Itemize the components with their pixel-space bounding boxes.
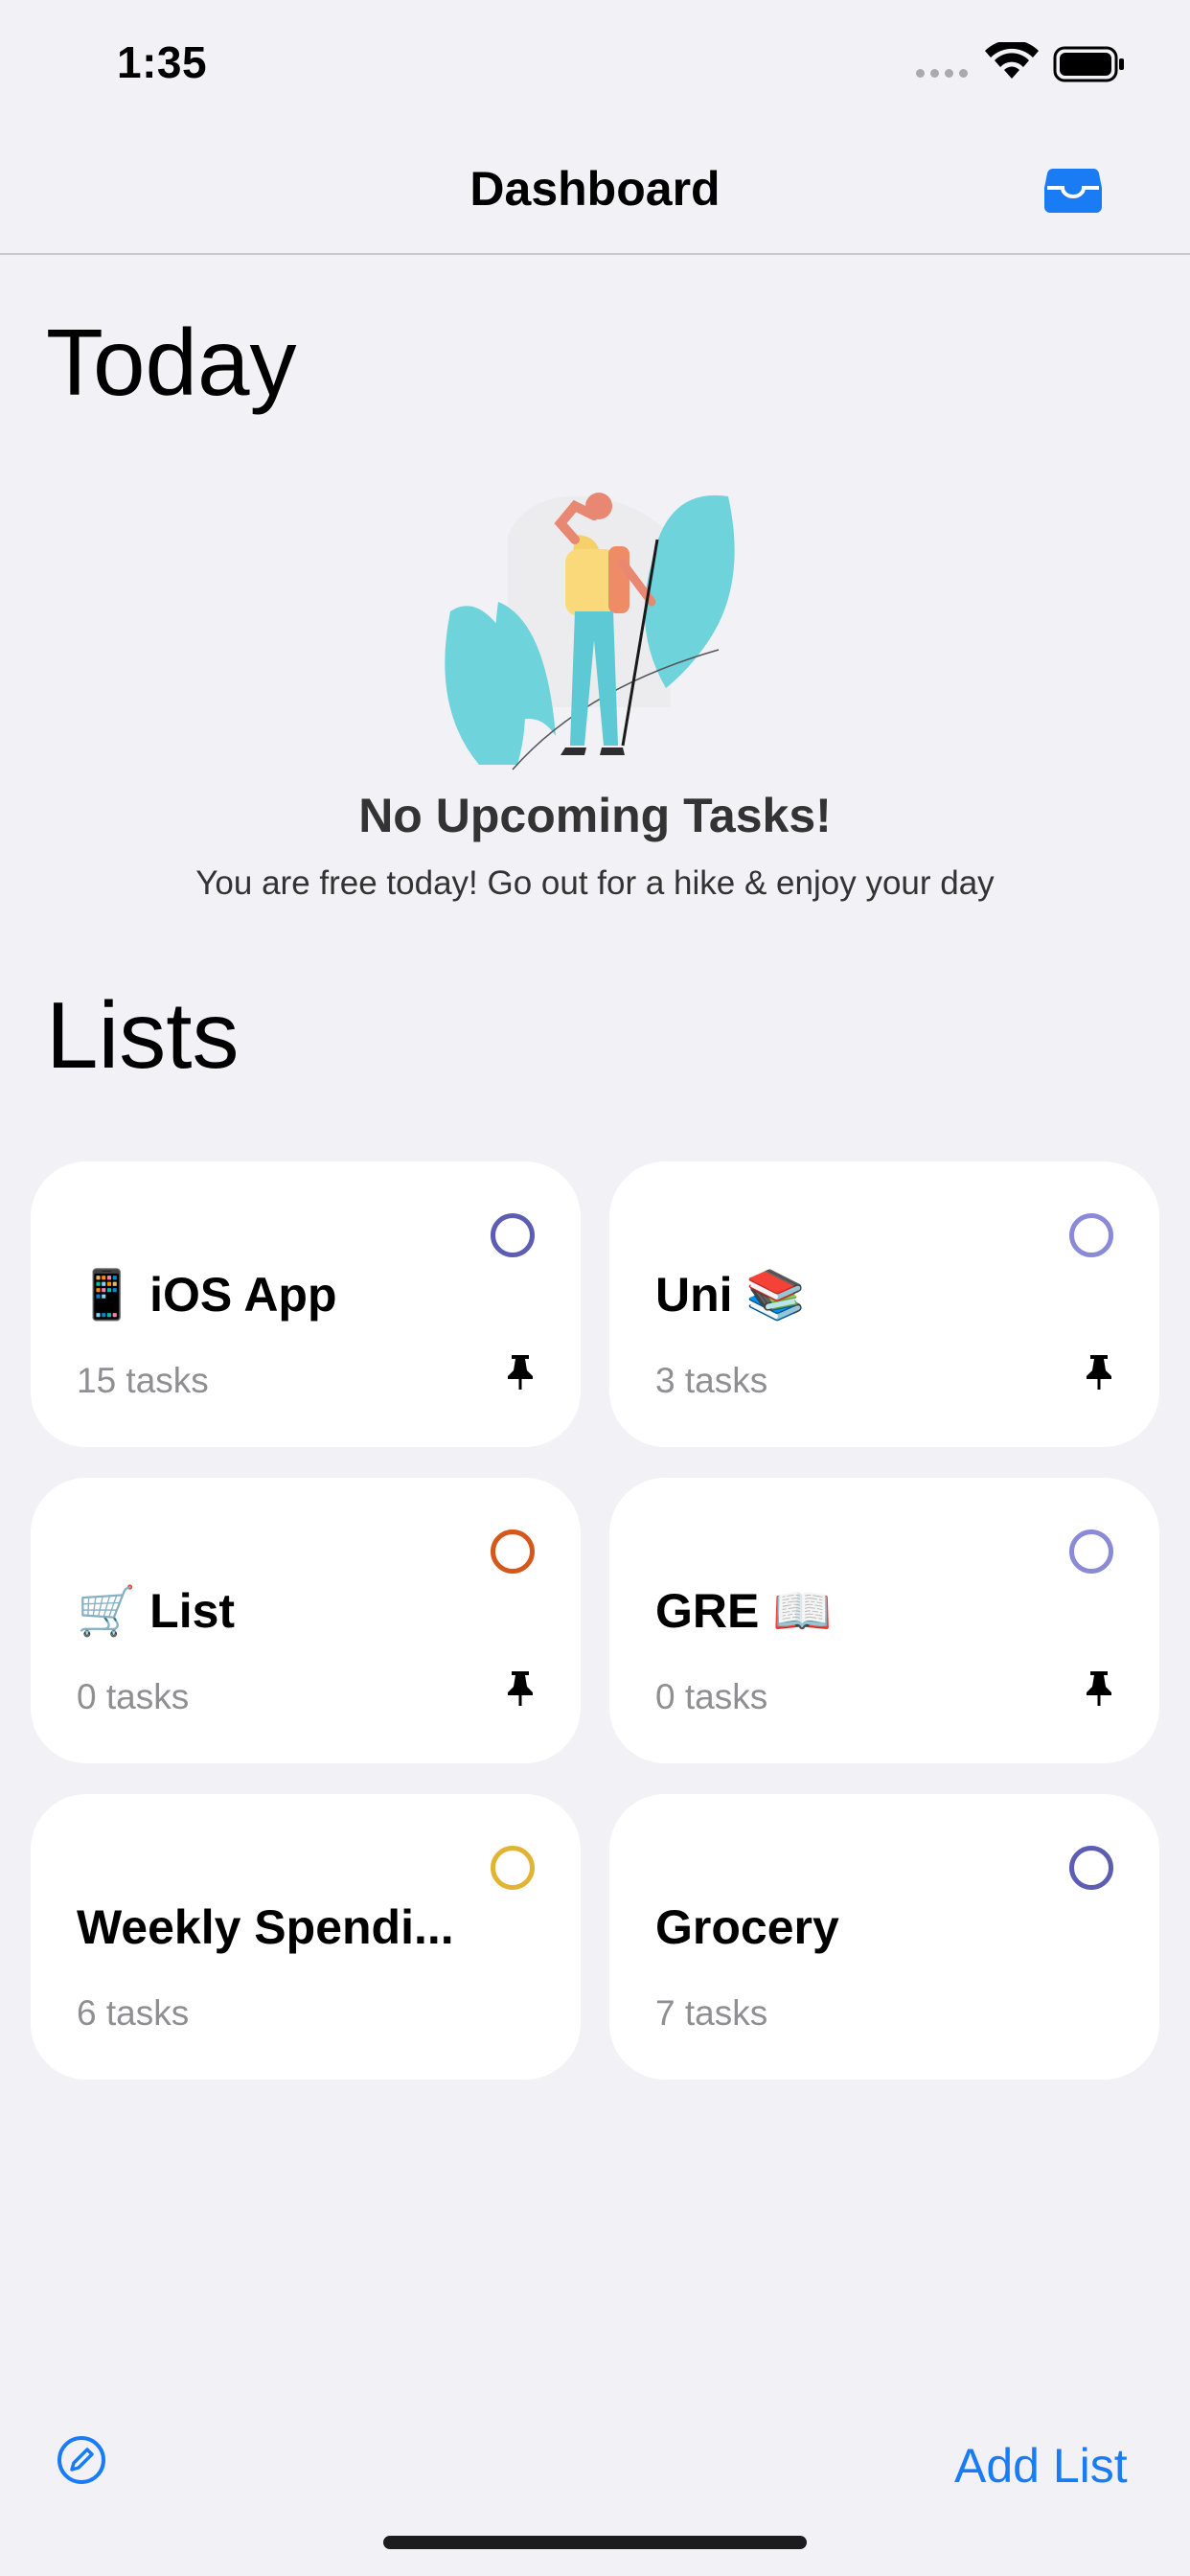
list-card-name: Uni 📚 [655, 1268, 806, 1322]
list-color-ring-icon [491, 1846, 535, 1890]
list-card-grocery[interactable]: Grocery 7 tasks [609, 1794, 1159, 2080]
empty-state-title: No Upcoming Tasks! [358, 789, 832, 842]
pin-icon [508, 1355, 533, 1390]
compose-icon [57, 2436, 105, 2484]
list-card-count: 15 tasks [77, 1361, 209, 1400]
list-color-ring-icon [491, 1530, 535, 1574]
nav-title: Dashboard [469, 162, 721, 216]
list-card-ios-app[interactable]: 📱 iOS App 15 tasks [31, 1162, 581, 1447]
list-card-gre[interactable]: GRE 📖 0 tasks [609, 1478, 1159, 1763]
compose-button[interactable] [56, 2434, 107, 2491]
empty-state-subtitle: You are free today! Go out for a hike & … [195, 864, 995, 902]
status-time: 1:35 [117, 37, 208, 87]
add-list-button[interactable]: Add List [954, 2438, 1128, 2494]
pin-icon [1087, 1671, 1111, 1706]
list-card-weekly-spending[interactable]: Weekly Spendi... 6 tasks [31, 1794, 581, 2080]
cellular-signal-icon [916, 69, 968, 78]
list-color-ring-icon [1069, 1846, 1113, 1890]
nav-divider [0, 253, 1190, 255]
list-card-name: 📱 iOS App [77, 1268, 337, 1322]
pin-icon [1087, 1355, 1111, 1390]
list-card-count: 0 tasks [77, 1677, 190, 1716]
list-card-count: 6 tasks [77, 1993, 190, 2033]
list-card-count: 7 tasks [655, 1993, 768, 2033]
list-color-ring-icon [1069, 1530, 1113, 1574]
list-card-shopping-list[interactable]: 🛒 List 0 tasks [31, 1478, 581, 1763]
list-card-count: 3 tasks [655, 1361, 768, 1400]
home-indicator [383, 2536, 807, 2549]
list-color-ring-icon [1069, 1213, 1113, 1257]
pin-icon [508, 1671, 533, 1706]
today-heading: Today [46, 310, 297, 415]
list-card-name: Weekly Spendi... [77, 1900, 454, 1954]
list-card-count: 0 tasks [655, 1677, 768, 1716]
list-card-name: 🛒 List [77, 1584, 236, 1638]
inbox-button[interactable] [1043, 167, 1103, 218]
list-card-uni[interactable]: Uni 📚 3 tasks [609, 1162, 1159, 1447]
list-color-ring-icon [491, 1213, 535, 1257]
lists-heading: Lists [46, 982, 240, 1088]
battery-icon [1053, 46, 1126, 87]
wifi-icon [985, 39, 1039, 85]
list-card-name: GRE 📖 [655, 1584, 833, 1638]
list-card-name: Grocery [655, 1900, 839, 1954]
tray-icon [1044, 168, 1102, 213]
hiker-illustration [441, 477, 747, 779]
